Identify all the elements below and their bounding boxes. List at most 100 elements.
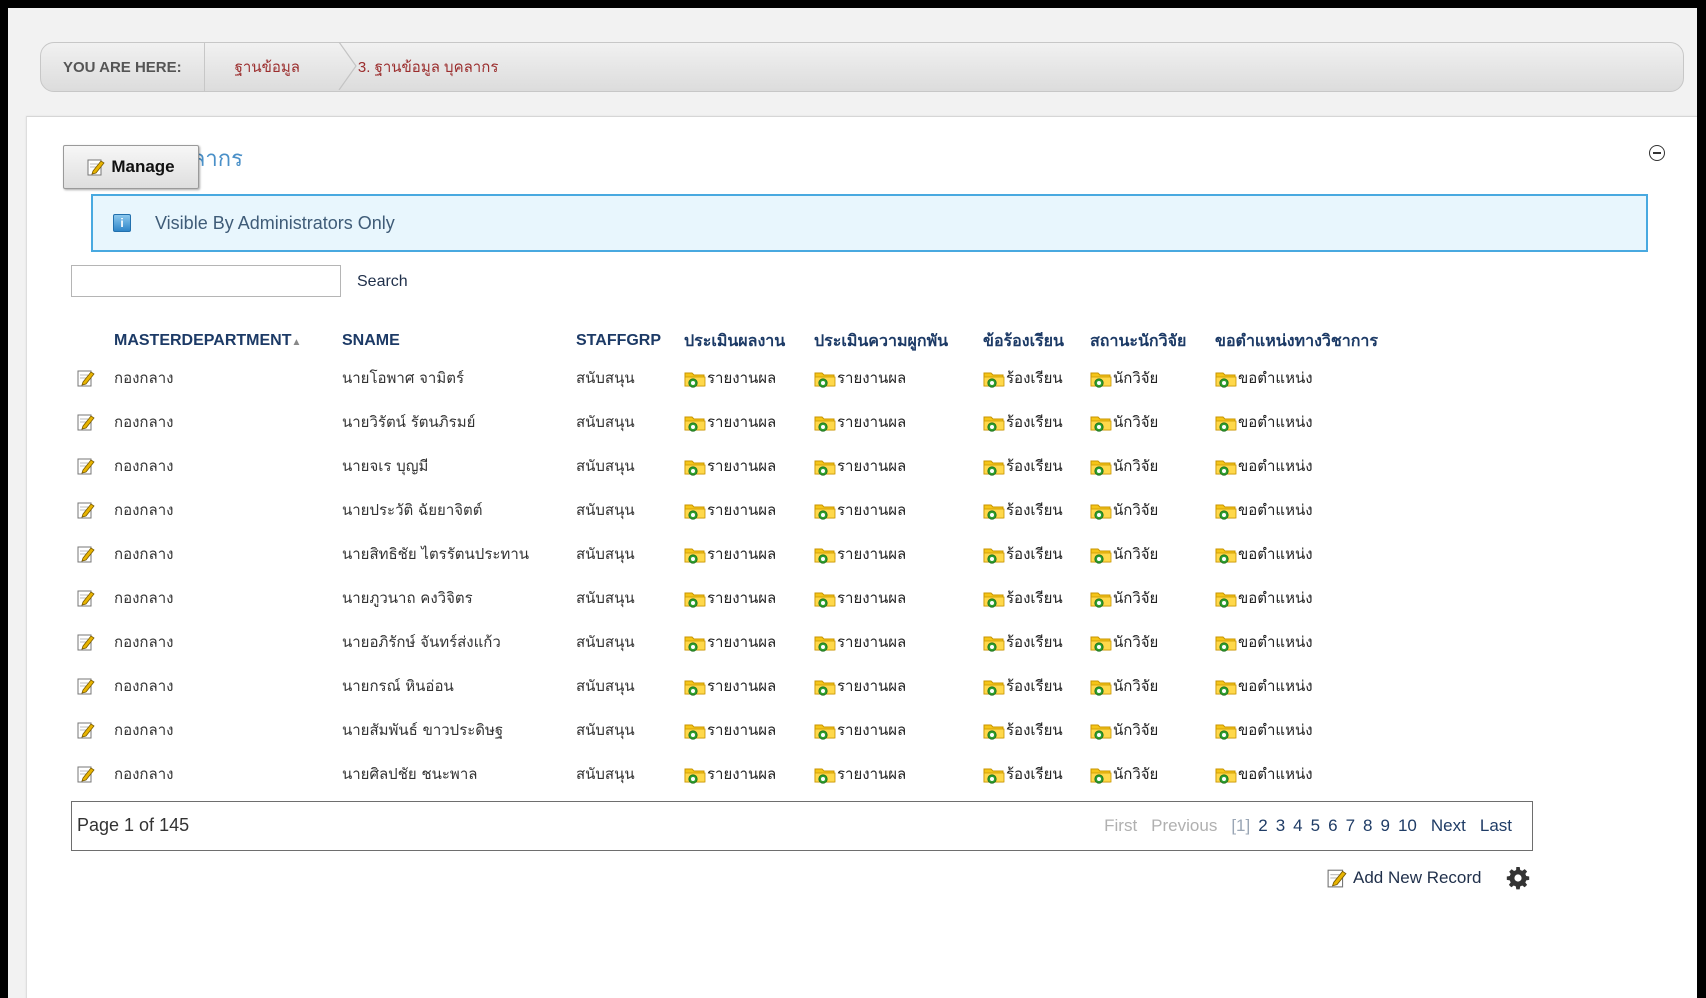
link-engagement-report-label[interactable]: รายงานผล bbox=[837, 677, 906, 695]
link-complaint[interactable]: ร้องเรียน bbox=[983, 752, 1090, 796]
link-evaluation-report-anchor[interactable]: รายงานผล bbox=[684, 721, 776, 740]
link-researcher[interactable]: นักวิจัย bbox=[1090, 532, 1215, 576]
link-position-request-anchor[interactable]: ขอตำแหน่ง bbox=[1215, 633, 1313, 652]
link-complaint-label[interactable]: ร้องเรียน bbox=[1006, 545, 1063, 563]
link-position-request-anchor[interactable]: ขอตำแหน่ง bbox=[1215, 721, 1313, 740]
link-engagement-report[interactable]: รายงานผล bbox=[814, 444, 983, 488]
link-position-request[interactable]: ขอตำแหน่ง bbox=[1215, 708, 1382, 752]
link-complaint-anchor[interactable]: ร้องเรียน bbox=[983, 501, 1063, 520]
link-complaint-label[interactable]: ร้องเรียน bbox=[1006, 413, 1063, 431]
link-engagement-report[interactable]: รายงานผล bbox=[814, 356, 983, 400]
link-complaint-label[interactable]: ร้องเรียน bbox=[1006, 369, 1063, 387]
column-header-staffgrp[interactable]: STAFFGRP bbox=[576, 326, 684, 356]
link-position-request[interactable]: ขอตำแหน่ง bbox=[1215, 488, 1382, 532]
link-evaluation-report[interactable]: รายงานผล bbox=[684, 576, 814, 620]
row-edit-cell[interactable] bbox=[71, 400, 114, 444]
link-evaluation-report-label[interactable]: รายงานผล bbox=[707, 413, 776, 431]
link-engagement-report-anchor[interactable]: รายงานผล bbox=[814, 369, 906, 388]
link-evaluation-report-anchor[interactable]: รายงานผล bbox=[684, 413, 776, 432]
link-complaint[interactable]: ร้องเรียน bbox=[983, 532, 1090, 576]
link-researcher-label[interactable]: นักวิจัย bbox=[1113, 369, 1158, 387]
link-engagement-report-label[interactable]: รายงานผล bbox=[837, 721, 906, 739]
link-complaint-anchor[interactable]: ร้องเรียน bbox=[983, 545, 1063, 564]
link-researcher[interactable]: นักวิจัย bbox=[1090, 444, 1215, 488]
link-position-request-anchor[interactable]: ขอตำแหน่ง bbox=[1215, 457, 1313, 476]
link-engagement-report-anchor[interactable]: รายงานผล bbox=[814, 677, 906, 696]
link-position-request[interactable]: ขอตำแหน่ง bbox=[1215, 620, 1382, 664]
link-researcher-anchor[interactable]: นักวิจัย bbox=[1090, 457, 1158, 476]
link-complaint[interactable]: ร้องเรียน bbox=[983, 488, 1090, 532]
breadcrumb-item-label[interactable]: ฐานข้อมูล bbox=[235, 55, 300, 79]
link-position-request-label[interactable]: ขอตำแหน่ง bbox=[1238, 501, 1313, 519]
link-engagement-report-anchor[interactable]: รายงานผล bbox=[814, 765, 906, 784]
link-researcher-label[interactable]: นักวิจัย bbox=[1113, 413, 1158, 431]
link-complaint-anchor[interactable]: ร้องเรียน bbox=[983, 721, 1063, 740]
link-complaint-anchor[interactable]: ร้องเรียน bbox=[983, 633, 1063, 652]
link-researcher-anchor[interactable]: นักวิจัย bbox=[1090, 413, 1158, 432]
link-position-request[interactable]: ขอตำแหน่ง bbox=[1215, 532, 1382, 576]
link-evaluation-report-label[interactable]: รายงานผล bbox=[707, 501, 776, 519]
page-link[interactable]: 3 bbox=[1276, 816, 1285, 836]
link-researcher-anchor[interactable]: นักวิจัย bbox=[1090, 721, 1158, 740]
page-link[interactable]: 10 bbox=[1398, 816, 1417, 836]
link-complaint[interactable]: ร้องเรียน bbox=[983, 400, 1090, 444]
link-position-request-anchor[interactable]: ขอตำแหน่ง bbox=[1215, 413, 1313, 432]
pencil-edit-icon[interactable] bbox=[77, 721, 95, 739]
row-edit-cell[interactable] bbox=[71, 752, 114, 796]
link-engagement-report[interactable]: รายงานผล bbox=[814, 576, 983, 620]
link-engagement-report-label[interactable]: รายงานผล bbox=[837, 413, 906, 431]
link-complaint-label[interactable]: ร้องเรียน bbox=[1006, 633, 1063, 651]
row-edit-cell[interactable] bbox=[71, 664, 114, 708]
link-evaluation-report-anchor[interactable]: รายงานผล bbox=[684, 545, 776, 564]
link-evaluation-report-anchor[interactable]: รายงานผล bbox=[684, 457, 776, 476]
link-complaint[interactable]: ร้องเรียน bbox=[983, 576, 1090, 620]
link-evaluation-report-anchor[interactable]: รายงานผล bbox=[684, 677, 776, 696]
link-complaint[interactable]: ร้องเรียน bbox=[983, 708, 1090, 752]
column-header-sname[interactable]: SNAME bbox=[342, 326, 576, 356]
link-researcher-label[interactable]: นักวิจัย bbox=[1113, 501, 1158, 519]
link-researcher-anchor[interactable]: นักวิจัย bbox=[1090, 677, 1158, 696]
link-position-request-label[interactable]: ขอตำแหน่ง bbox=[1238, 765, 1313, 783]
link-position-request-anchor[interactable]: ขอตำแหน่ง bbox=[1215, 545, 1313, 564]
link-engagement-report[interactable]: รายงานผล bbox=[814, 620, 983, 664]
link-engagement-report-label[interactable]: รายงานผล bbox=[837, 545, 906, 563]
link-researcher[interactable]: นักวิจัย bbox=[1090, 752, 1215, 796]
collapse-minus-icon[interactable] bbox=[1649, 145, 1665, 161]
link-engagement-report[interactable]: รายงานผล bbox=[814, 400, 983, 444]
link-researcher-anchor[interactable]: นักวิจัย bbox=[1090, 501, 1158, 520]
link-position-request-anchor[interactable]: ขอตำแหน่ง bbox=[1215, 677, 1313, 696]
link-researcher[interactable]: นักวิจัย bbox=[1090, 488, 1215, 532]
link-evaluation-report-label[interactable]: รายงานผล bbox=[707, 457, 776, 475]
link-evaluation-report-label[interactable]: รายงานผล bbox=[707, 677, 776, 695]
link-position-request-label[interactable]: ขอตำแหน่ง bbox=[1238, 369, 1313, 387]
link-engagement-report[interactable]: รายงานผล bbox=[814, 532, 983, 576]
link-evaluation-report-anchor[interactable]: รายงานผล bbox=[684, 501, 776, 520]
link-complaint-anchor[interactable]: ร้องเรียน bbox=[983, 369, 1063, 388]
pencil-edit-icon[interactable] bbox=[77, 589, 95, 607]
link-researcher-anchor[interactable]: นักวิจัย bbox=[1090, 545, 1158, 564]
link-researcher[interactable]: นักวิจัย bbox=[1090, 664, 1215, 708]
link-position-request[interactable]: ขอตำแหน่ง bbox=[1215, 576, 1382, 620]
link-engagement-report-label[interactable]: รายงานผล bbox=[837, 369, 906, 387]
link-evaluation-report[interactable]: รายงานผล bbox=[684, 752, 814, 796]
link-complaint-label[interactable]: ร้องเรียน bbox=[1006, 457, 1063, 475]
link-researcher-label[interactable]: นักวิจัย bbox=[1113, 589, 1158, 607]
link-position-request-label[interactable]: ขอตำแหน่ง bbox=[1238, 457, 1313, 475]
link-evaluation-report-anchor[interactable]: รายงานผล bbox=[684, 369, 776, 388]
link-evaluation-report[interactable]: รายงานผล bbox=[684, 708, 814, 752]
link-position-request-label[interactable]: ขอตำแหน่ง bbox=[1238, 721, 1313, 739]
link-position-request[interactable]: ขอตำแหน่ง bbox=[1215, 444, 1382, 488]
link-evaluation-report[interactable]: รายงานผล bbox=[684, 532, 814, 576]
page-link[interactable]: 4 bbox=[1293, 816, 1302, 836]
link-engagement-report-anchor[interactable]: รายงานผล bbox=[814, 501, 906, 520]
link-researcher[interactable]: นักวิจัย bbox=[1090, 356, 1215, 400]
row-edit-cell[interactable] bbox=[71, 620, 114, 664]
link-evaluation-report-label[interactable]: รายงานผล bbox=[707, 589, 776, 607]
row-edit-cell[interactable] bbox=[71, 444, 114, 488]
link-researcher-anchor[interactable]: นักวิจัย bbox=[1090, 765, 1158, 784]
link-position-request-anchor[interactable]: ขอตำแหน่ง bbox=[1215, 501, 1313, 520]
link-position-request[interactable]: ขอตำแหน่ง bbox=[1215, 356, 1382, 400]
link-engagement-report-anchor[interactable]: รายงานผล bbox=[814, 633, 906, 652]
link-researcher-label[interactable]: นักวิจัย bbox=[1113, 721, 1158, 739]
link-engagement-report[interactable]: รายงานผล bbox=[814, 664, 983, 708]
